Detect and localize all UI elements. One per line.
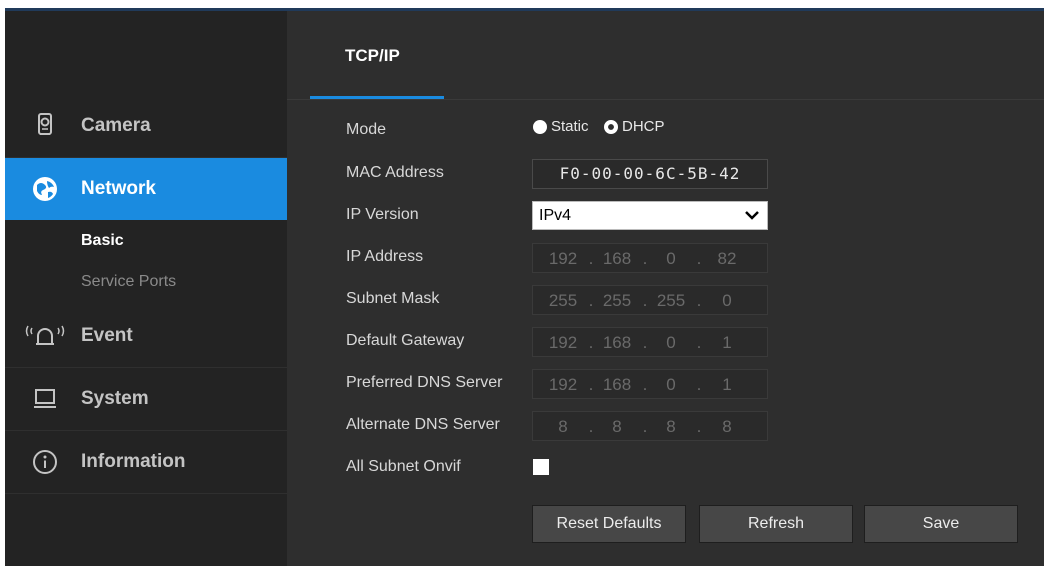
radio-dhcp[interactable] <box>604 120 618 134</box>
ip-version-value: IPv4 <box>539 207 572 224</box>
octet-dot: . <box>588 249 594 268</box>
active-tab-indicator <box>310 96 444 99</box>
sidebar-item-label: Event <box>81 325 133 346</box>
sidebar-subitem-service-ports[interactable]: Service Ports <box>81 273 176 291</box>
chevron-down-icon <box>743 206 761 224</box>
radio-static[interactable] <box>533 120 547 134</box>
octet-dot: . <box>588 291 594 310</box>
all-subnet-onvif-label: All Subnet Onvif <box>346 458 461 475</box>
mac-address-field: F0-00-00-6C-5B-42 <box>532 159 768 189</box>
ip-address-label: IP Address <box>346 248 424 265</box>
subnet-mask-label: Subnet Mask <box>346 290 440 307</box>
octet: 8 <box>666 417 676 436</box>
octet: 8 <box>722 417 732 436</box>
octet: 192 <box>548 333 578 352</box>
octet-dot: . <box>642 417 648 436</box>
octet: 192 <box>548 375 578 394</box>
event-bell-icon <box>25 322 65 350</box>
reset-defaults-button[interactable]: Reset Defaults <box>532 505 686 543</box>
all-subnet-onvif-checkbox[interactable] <box>533 459 549 475</box>
alternate-dns-label: Alternate DNS Server <box>346 416 500 433</box>
sidebar-item-label: System <box>81 388 149 409</box>
octet: 168 <box>602 375 632 394</box>
ip-version-select[interactable]: IPv4 <box>532 201 768 230</box>
mac-address-label: MAC Address <box>346 164 444 181</box>
preferred-dns-field: 192 . 168 . 0 . 1 <box>532 369 768 399</box>
octet: 8 <box>558 417 568 436</box>
octet: 1 <box>722 333 732 352</box>
octet: 0 <box>666 375 676 394</box>
octet: 82 <box>717 249 737 268</box>
mode-label: Mode <box>346 121 387 138</box>
octet-dot: . <box>696 291 702 310</box>
preferred-dns-label: Preferred DNS Server <box>346 374 503 391</box>
octet-dot: . <box>642 375 648 394</box>
refresh-button[interactable]: Refresh <box>699 505 853 543</box>
octet-dot: . <box>696 375 702 394</box>
default-gateway-label: Default Gateway <box>346 332 465 349</box>
ip-version-label: IP Version <box>346 206 419 223</box>
sidebar: Camera Network Basic Service Ports Event… <box>5 11 287 566</box>
tab-tcpip[interactable]: TCP/IP <box>345 46 400 66</box>
info-icon <box>31 448 59 476</box>
main-panel: TCP/IP Mode Static DHCP MAC Address F0-0… <box>287 11 1044 566</box>
sidebar-item-system[interactable]: System <box>5 368 287 431</box>
sidebar-item-network[interactable]: Network <box>5 158 287 220</box>
octet: 8 <box>612 417 622 436</box>
octet: 168 <box>602 249 632 268</box>
radio-dhcp-label: DHCP <box>622 118 665 135</box>
ip-address-field: 192 . 168 . 0 . 82 <box>532 243 768 273</box>
octet: 0 <box>722 291 732 310</box>
octet-dot: . <box>642 333 648 352</box>
octet-dot: . <box>642 249 648 268</box>
tab-bar: TCP/IP <box>287 11 1044 100</box>
sidebar-item-label: Camera <box>81 115 151 136</box>
octet-dot: . <box>588 417 594 436</box>
octet: 1 <box>722 375 732 394</box>
octet-dot: . <box>696 333 702 352</box>
octet: 255 <box>602 291 632 310</box>
sidebar-item-event[interactable]: Event <box>5 305 287 368</box>
camera-icon <box>31 112 59 140</box>
alternate-dns-field: 8 . 8 . 8 . 8 <box>532 411 768 441</box>
octet-dot: . <box>588 375 594 394</box>
save-button[interactable]: Save <box>864 505 1018 543</box>
octet: 0 <box>666 249 676 268</box>
octet: 168 <box>602 333 632 352</box>
sidebar-item-information[interactable]: Information <box>5 431 287 494</box>
octet: 255 <box>656 291 686 310</box>
octet-dot: . <box>696 417 702 436</box>
octet-dot: . <box>588 333 594 352</box>
octet-dot: . <box>642 291 648 310</box>
octet: 255 <box>548 291 578 310</box>
octet: 192 <box>548 249 578 268</box>
sidebar-item-label: Network <box>81 178 156 199</box>
radio-static-label: Static <box>551 118 589 135</box>
octet: 0 <box>666 333 676 352</box>
subnet-mask-field: 255 . 255 . 255 . 0 <box>532 285 768 315</box>
network-globe-icon <box>31 175 59 203</box>
app-window: Camera Network Basic Service Ports Event… <box>5 8 1044 566</box>
sidebar-subitem-basic[interactable]: Basic <box>81 232 124 250</box>
monitor-icon <box>31 385 59 413</box>
sidebar-item-camera[interactable]: Camera <box>5 95 287 158</box>
sidebar-item-label: Information <box>81 451 186 472</box>
default-gateway-field: 192 . 168 . 0 . 1 <box>532 327 768 357</box>
octet-dot: . <box>696 249 702 268</box>
